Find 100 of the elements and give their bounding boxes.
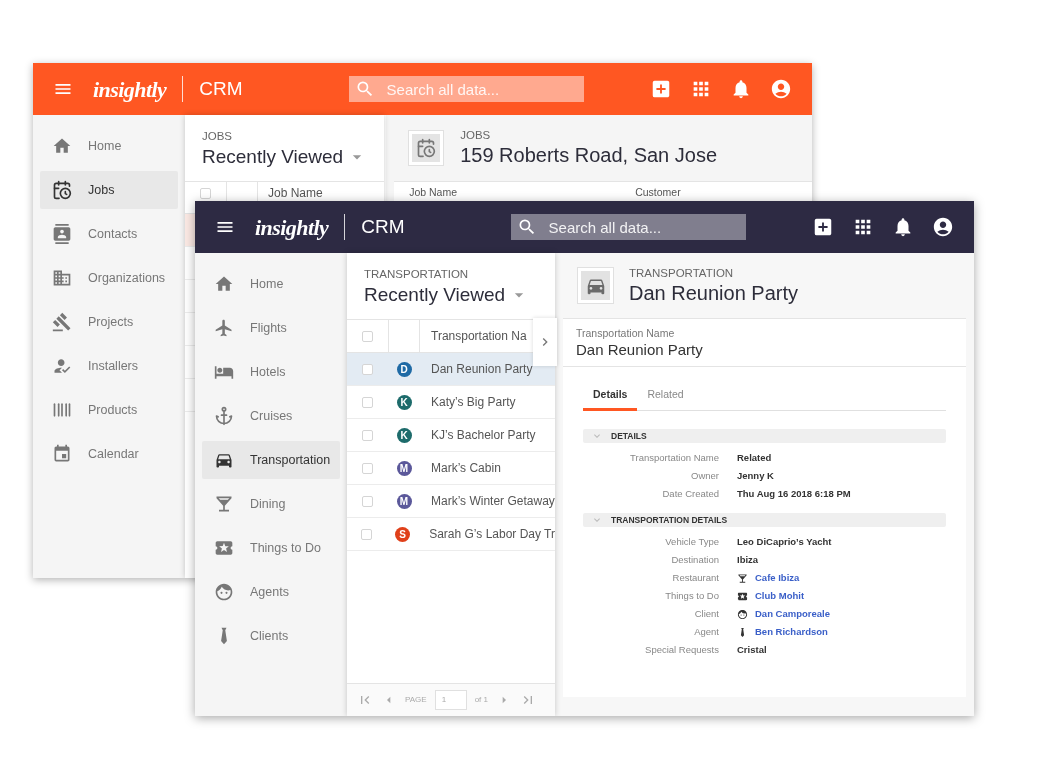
sidebar-item[interactable]: Jobs bbox=[40, 171, 178, 209]
checkbox[interactable] bbox=[362, 330, 373, 342]
field-label: Date Created bbox=[661, 486, 719, 501]
section-header[interactable]: TRANSPORTATION DETAILS bbox=[583, 513, 946, 527]
sidebar-item[interactable]: Agents bbox=[202, 573, 340, 611]
sidebar-item[interactable]: Calendar bbox=[40, 435, 178, 473]
checkbox[interactable] bbox=[362, 495, 373, 507]
module-label: TRANSPORTATION bbox=[629, 265, 735, 280]
sidebar-item[interactable]: Home bbox=[202, 265, 340, 303]
ticket-icon bbox=[737, 590, 748, 602]
airplane-icon bbox=[214, 318, 234, 338]
field-label: Transportation Name bbox=[576, 327, 676, 340]
field-label: Special Requests bbox=[644, 642, 719, 657]
sidebar-item[interactable]: Flights bbox=[202, 309, 340, 347]
tab[interactable]: Details bbox=[583, 381, 638, 411]
search-field[interactable]: Search all data... bbox=[348, 76, 584, 102]
home-icon bbox=[214, 274, 234, 294]
field-label: Restaurant bbox=[671, 570, 719, 585]
logo: insightly bbox=[93, 75, 167, 104]
sidebar-item[interactable]: Organizations bbox=[40, 259, 178, 297]
field-label: Vehicle Type bbox=[664, 534, 719, 549]
calendar-clock-icon bbox=[52, 180, 72, 200]
record-name: Dan Reunion Party bbox=[431, 361, 533, 378]
avatar-badge: K bbox=[396, 427, 412, 443]
page-count: of 1 bbox=[474, 694, 488, 706]
sidebar-item[interactable]: Cruises bbox=[202, 397, 340, 435]
sidebar-item[interactable]: Home bbox=[40, 127, 178, 165]
field-link[interactable]: Club Mohit bbox=[755, 588, 805, 604]
avatar-badge: M bbox=[396, 460, 412, 476]
record-title: Dan Reunion Party bbox=[629, 280, 798, 306]
calendar-clock-icon bbox=[416, 138, 437, 158]
person-check-icon bbox=[52, 356, 72, 376]
field-label: Client bbox=[693, 606, 719, 621]
table-row[interactable]: M Mark’s Cabin bbox=[347, 452, 555, 485]
view-title[interactable]: Recently Viewed bbox=[202, 143, 344, 172]
add-icon[interactable] bbox=[812, 216, 834, 238]
avatar-badge: S bbox=[395, 526, 411, 542]
sidebar-item[interactable]: Things to Do bbox=[202, 529, 340, 567]
sidebar-item[interactable]: Dining bbox=[202, 485, 340, 523]
page-label: PAGE bbox=[405, 694, 427, 706]
table-row[interactable]: K Katy’s Big Party bbox=[347, 386, 555, 419]
sidebar-item[interactable]: Installers bbox=[40, 347, 178, 385]
module-label: TRANSPORTATION bbox=[364, 267, 470, 281]
table-row[interactable] bbox=[185, 214, 195, 246]
table-row[interactable]: S Sarah G’s Labor Day Tr bbox=[347, 518, 555, 551]
sidebar-item[interactable]: Projects bbox=[40, 303, 178, 341]
face-icon bbox=[214, 582, 234, 602]
sidebar-item[interactable]: Contacts bbox=[40, 215, 178, 253]
record-name: Mark’s Winter Getaway bbox=[431, 493, 555, 510]
sidebar-item[interactable]: Clients bbox=[202, 617, 340, 655]
calendar-icon bbox=[52, 444, 72, 464]
record-title: 159 Roberts Road, San Jose bbox=[460, 143, 717, 168]
column-header[interactable]: Job Name bbox=[268, 187, 323, 200]
barcode-icon bbox=[52, 400, 72, 420]
avatar-badge: M bbox=[396, 493, 412, 509]
column-header[interactable]: Transportation Na bbox=[431, 327, 527, 345]
account-icon[interactable] bbox=[932, 216, 954, 238]
sidebar-item[interactable]: Hotels bbox=[202, 353, 340, 391]
field-label: Destination bbox=[670, 552, 719, 567]
column-header: Job Name bbox=[409, 186, 459, 198]
record-name: Katy’s Big Party bbox=[431, 394, 516, 411]
table-row[interactable]: K KJ’s Bachelor Party bbox=[347, 419, 555, 452]
search-field[interactable]: Search all data... bbox=[510, 214, 746, 240]
hammer-icon bbox=[52, 312, 72, 332]
section-header[interactable]: DETAILS bbox=[583, 429, 946, 443]
field-value: Related bbox=[737, 450, 772, 465]
field-value: Dan Reunion Party bbox=[576, 340, 704, 360]
field-link[interactable]: Cafe Ibiza bbox=[755, 570, 800, 586]
ticket-icon bbox=[214, 538, 234, 558]
field-label: Agent bbox=[693, 624, 719, 639]
module-label: JOBS bbox=[202, 129, 234, 143]
avatar-badge: D bbox=[396, 361, 412, 377]
contact-card-icon bbox=[52, 224, 72, 244]
anchor-icon bbox=[214, 406, 234, 426]
wine-glass-icon bbox=[214, 494, 234, 514]
field-label: Things to Do bbox=[664, 588, 719, 603]
table-row[interactable]: D Dan Reunion Party bbox=[347, 353, 555, 386]
tab[interactable]: Related bbox=[637, 381, 694, 411]
checkbox[interactable] bbox=[362, 462, 373, 474]
checkbox[interactable] bbox=[362, 363, 373, 375]
building-icon bbox=[52, 268, 72, 288]
table-row[interactable]: M Mark’s Winter Getaway bbox=[347, 485, 555, 518]
wine-glass-icon bbox=[737, 572, 748, 584]
checkbox[interactable] bbox=[362, 429, 373, 441]
face-icon bbox=[737, 608, 748, 620]
checkbox[interactable] bbox=[362, 396, 373, 408]
app-name: CRM bbox=[199, 76, 243, 101]
app-name: CRM bbox=[361, 214, 405, 239]
record-name: Sarah G’s Labor Day Tr bbox=[429, 526, 555, 543]
view-title[interactable]: Recently Viewed bbox=[364, 281, 506, 310]
checkbox[interactable] bbox=[361, 528, 373, 540]
home-icon bbox=[52, 136, 72, 156]
field-value: Cristal bbox=[737, 642, 767, 657]
sidebar-item[interactable]: Products bbox=[40, 391, 178, 429]
record-name: KJ’s Bachelor Party bbox=[431, 427, 536, 444]
sidebar-item[interactable]: Transportation bbox=[202, 441, 340, 479]
field-link[interactable]: Ben Richardson bbox=[755, 624, 828, 640]
avatar-badge: K bbox=[396, 394, 412, 410]
checkbox[interactable] bbox=[200, 188, 211, 199]
field-link[interactable]: Dan Camporeale bbox=[755, 606, 830, 622]
